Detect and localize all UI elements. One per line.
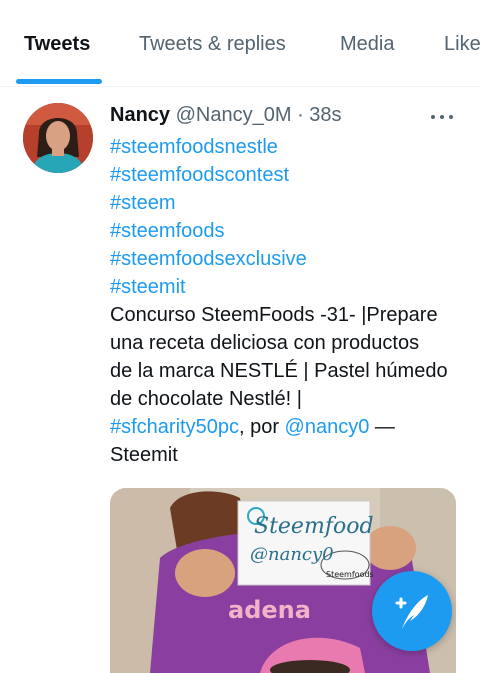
tweet-text: #steemfoodsnestle #steemfoodscontest #st… — [110, 133, 462, 469]
sign-brand: Steemfoods — [326, 570, 374, 579]
tweet-text-line: #sfcharity50pc, por @nancy0 — — [110, 413, 462, 441]
por-text: , por — [238, 416, 285, 438]
hashtag-link[interactable]: #steemfoods — [110, 217, 462, 245]
shirt-text: adena — [228, 596, 311, 624]
more-horizontal-icon[interactable] — [431, 112, 455, 122]
compose-tweet-button[interactable] — [372, 571, 452, 651]
header-separator: · — [297, 104, 304, 126]
tab-media[interactable]: Media — [340, 33, 394, 56]
hashtag-link[interactable]: #steemit — [110, 273, 462, 301]
tab-tweets-and-replies[interactable]: Tweets & replies — [139, 33, 286, 56]
profile-tabs: Tweets Tweets & replies Media Likes — [0, 0, 480, 87]
compose-tweet-icon — [395, 595, 428, 629]
hashtag-link[interactable]: #sfcharity50pc — [110, 416, 239, 438]
tab-tweets[interactable]: Tweets — [24, 33, 90, 56]
active-tab-indicator — [16, 79, 102, 84]
sign-title: Steemfood — [254, 514, 374, 539]
hashtag-link[interactable]: #steem — [110, 189, 462, 217]
tweet-text-line: de la marca NESTLÉ | Pastel húmedo — [110, 360, 448, 382]
tweet-text-line: Steemit — [110, 444, 178, 466]
tweet-text-line: de chocolate Nestlé! | — [110, 388, 302, 410]
hashtag-link[interactable]: #steemfoodscontest — [110, 161, 462, 189]
author-handle[interactable]: @Nancy_0M — [176, 104, 292, 126]
hashtag-link[interactable]: #steemfoodsexclusive — [110, 245, 462, 273]
author-name[interactable]: Nancy — [110, 104, 170, 126]
hashtag-link[interactable]: #steemfoodsnestle — [110, 133, 462, 161]
dash-text: — — [369, 416, 395, 438]
sign-handle: @nancy0 — [250, 544, 334, 565]
tweet-time[interactable]: 38s — [309, 104, 341, 126]
avatar[interactable] — [23, 103, 93, 173]
mention-link[interactable]: @nancy0 — [285, 416, 370, 438]
tweet-header: Nancy @Nancy_0M · 38s — [110, 104, 342, 127]
tweet-text-line: una receta deliciosa con productos — [110, 332, 420, 354]
tweet-text-line: Concurso SteemFoods -31- |Prepare — [110, 304, 438, 326]
tab-likes[interactable]: Likes — [444, 33, 480, 56]
